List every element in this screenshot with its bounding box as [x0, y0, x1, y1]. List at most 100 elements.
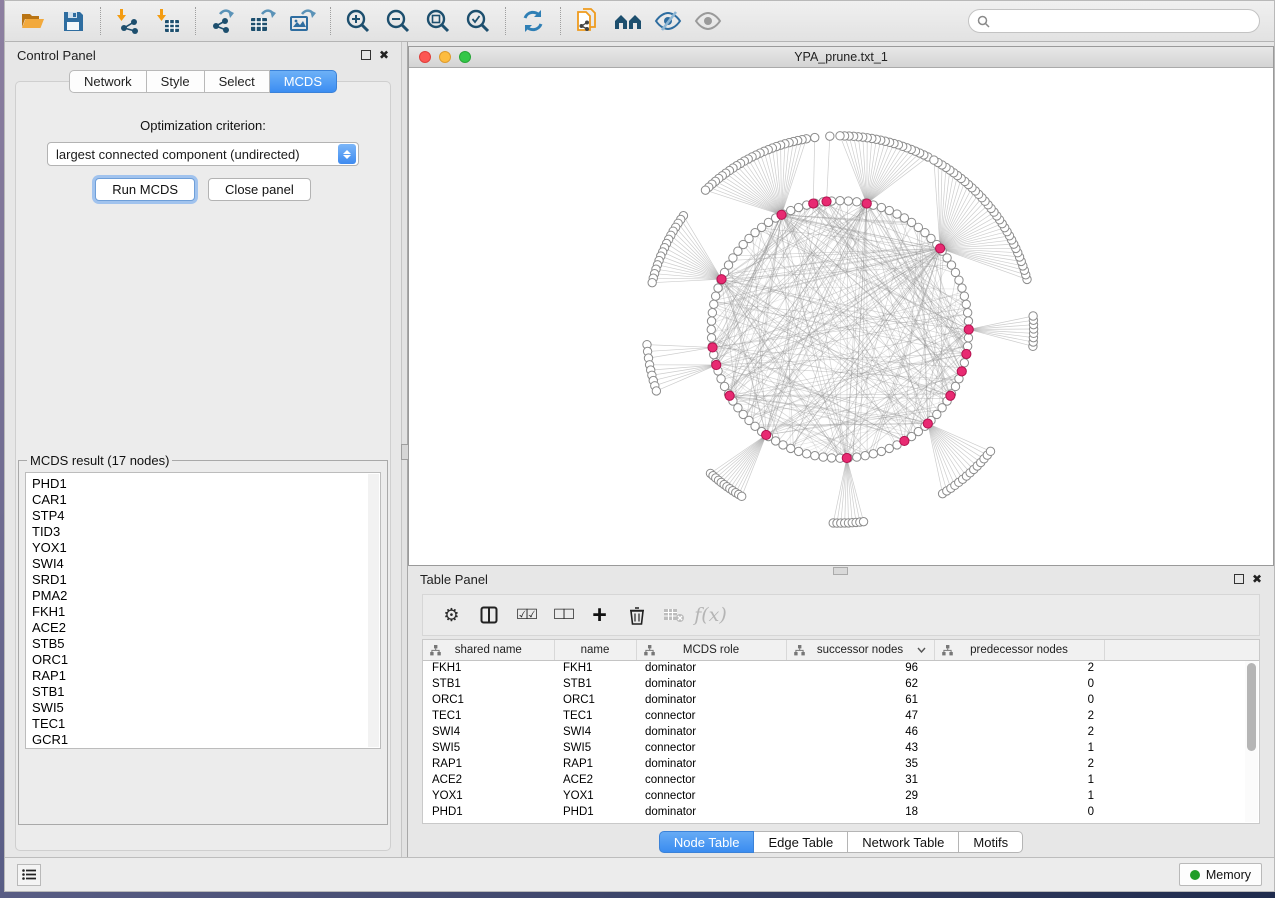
graph-node[interactable] [877, 203, 885, 211]
tab-style[interactable]: Style [147, 70, 205, 93]
graph-node[interactable] [986, 447, 994, 455]
table-settings-button[interactable]: ⚙ [433, 599, 470, 631]
table-row[interactable]: YOX1YOX1connector291 [423, 788, 1259, 804]
close-panel-icon[interactable]: ✖ [379, 50, 389, 60]
mcds-result-item[interactable]: YOX1 [32, 540, 380, 556]
graph-node[interactable] [708, 309, 716, 317]
table-row[interactable]: TEC1TEC1connector472 [423, 708, 1259, 724]
graph-node[interactable] [885, 206, 893, 214]
search-field[interactable] [968, 9, 1260, 33]
table-row[interactable]: SWI4SWI4dominator462 [423, 724, 1259, 740]
graph-hub-node[interactable] [762, 430, 771, 439]
graph-hub-node[interactable] [822, 197, 831, 206]
new-network-from-selection-button[interactable] [568, 4, 608, 38]
show-panels-button[interactable] [17, 864, 41, 886]
graph-node[interactable] [811, 133, 819, 141]
graph-node[interactable] [964, 334, 972, 342]
mcds-result-item[interactable]: FKH1 [32, 604, 380, 620]
graph-node[interactable] [717, 375, 725, 383]
mcds-result-list[interactable]: PHD1CAR1STP4TID3YOX1SWI4SRD1PMA2FKH1ACE2… [25, 472, 381, 749]
graph-node[interactable] [844, 197, 852, 205]
graph-node[interactable] [701, 186, 709, 194]
column-header[interactable]: name [554, 640, 636, 660]
graph-node[interactable] [877, 447, 885, 455]
float-panel-icon[interactable] [1234, 574, 1244, 584]
graph-node[interactable] [960, 359, 968, 367]
graph-hub-node[interactable] [712, 360, 721, 369]
graph-node[interactable] [853, 453, 861, 461]
close-panel-icon[interactable]: ✖ [1252, 574, 1262, 584]
column-header[interactable]: successor nodes [786, 640, 934, 660]
graph-node[interactable] [648, 278, 656, 286]
table-row[interactable]: ACE2ACE2connector311 [423, 772, 1259, 788]
mcds-list-scrollbar[interactable] [368, 474, 379, 747]
mcds-result-item[interactable]: SWI5 [32, 700, 380, 716]
graph-node[interactable] [707, 334, 715, 342]
graph-hub-node[interactable] [964, 325, 973, 334]
mcds-result-item[interactable]: CAR1 [32, 492, 380, 508]
graph-node[interactable] [958, 284, 966, 292]
delete-table-button[interactable] [655, 599, 692, 631]
mcds-result-item[interactable]: SWI4 [32, 556, 380, 572]
zoom-fit-button[interactable] [418, 4, 458, 38]
graph-node[interactable] [827, 454, 835, 462]
import-network-button[interactable] [108, 4, 148, 38]
graph-node[interactable] [811, 452, 819, 460]
table-row[interactable]: FKH1FKH1dominator962 [423, 660, 1259, 676]
mcds-result-item[interactable]: STB5 [32, 636, 380, 652]
split-panel-button[interactable] [470, 599, 507, 631]
graph-node[interactable] [707, 317, 715, 325]
table-row[interactable]: PHD1PHD1dominator180 [423, 804, 1259, 820]
graph-hub-node[interactable] [842, 453, 851, 462]
table-scrollbar[interactable] [1245, 661, 1258, 822]
add-column-button[interactable]: + [581, 599, 618, 631]
graph-node[interactable] [893, 210, 901, 218]
close-panel-button[interactable]: Close panel [208, 178, 311, 201]
graph-node[interactable] [794, 203, 802, 211]
table-row[interactable]: STB1STB1dominator620 [423, 676, 1259, 692]
mcds-result-item[interactable]: GCR1 [32, 732, 380, 748]
graph-node[interactable] [964, 317, 972, 325]
graph-node[interactable] [955, 276, 963, 284]
graph-node[interactable] [960, 292, 968, 300]
function-builder-button[interactable]: f(x) [692, 599, 729, 631]
tab-edge-table[interactable]: Edge Table [754, 831, 848, 853]
mcds-result-item[interactable]: SRD1 [32, 572, 380, 588]
graph-node[interactable] [652, 387, 660, 395]
graph-node[interactable] [826, 132, 834, 140]
float-panel-icon[interactable] [361, 50, 371, 60]
table-row[interactable]: SWI5SWI5connector431 [423, 740, 1259, 756]
graph-node[interactable] [930, 156, 938, 164]
column-header[interactable]: MCDS role [636, 640, 786, 660]
tab-network-table[interactable]: Network Table [848, 831, 959, 853]
graph-hub-node[interactable] [777, 210, 786, 219]
export-image-button[interactable] [283, 4, 323, 38]
mcds-result-item[interactable]: TID3 [32, 524, 380, 540]
graph-node[interactable] [951, 382, 959, 390]
show-details-button[interactable] [688, 4, 728, 38]
mcds-result-item[interactable]: RAP1 [32, 668, 380, 684]
zoom-out-button[interactable] [378, 4, 418, 38]
deselect-all-button[interactable]: ☐☐ [544, 599, 581, 631]
graph-hub-node[interactable] [900, 436, 909, 445]
graph-hub-node[interactable] [708, 343, 717, 352]
graph-hub-node[interactable] [957, 367, 966, 376]
graph-hub-node[interactable] [862, 199, 871, 208]
graph-hub-node[interactable] [725, 391, 734, 400]
graph-hub-node[interactable] [923, 419, 932, 428]
delete-column-button[interactable] [618, 599, 655, 631]
graph-hub-node[interactable] [962, 349, 971, 358]
graph-node[interactable] [802, 450, 810, 458]
hide-details-button[interactable] [648, 4, 688, 38]
graph-node[interactable] [787, 444, 795, 452]
zoom-selected-button[interactable] [458, 4, 498, 38]
graph-node[interactable] [869, 450, 877, 458]
graph-node[interactable] [1029, 312, 1037, 320]
column-header[interactable]: shared name [423, 640, 554, 660]
tab-mcds[interactable]: MCDS [270, 70, 337, 93]
graph-hub-node[interactable] [717, 275, 726, 284]
graph-node[interactable] [861, 452, 869, 460]
select-all-button[interactable]: ☑☑ [507, 599, 544, 631]
column-header[interactable]: predecessor nodes [934, 640, 1104, 660]
graph-node[interactable] [836, 197, 844, 205]
